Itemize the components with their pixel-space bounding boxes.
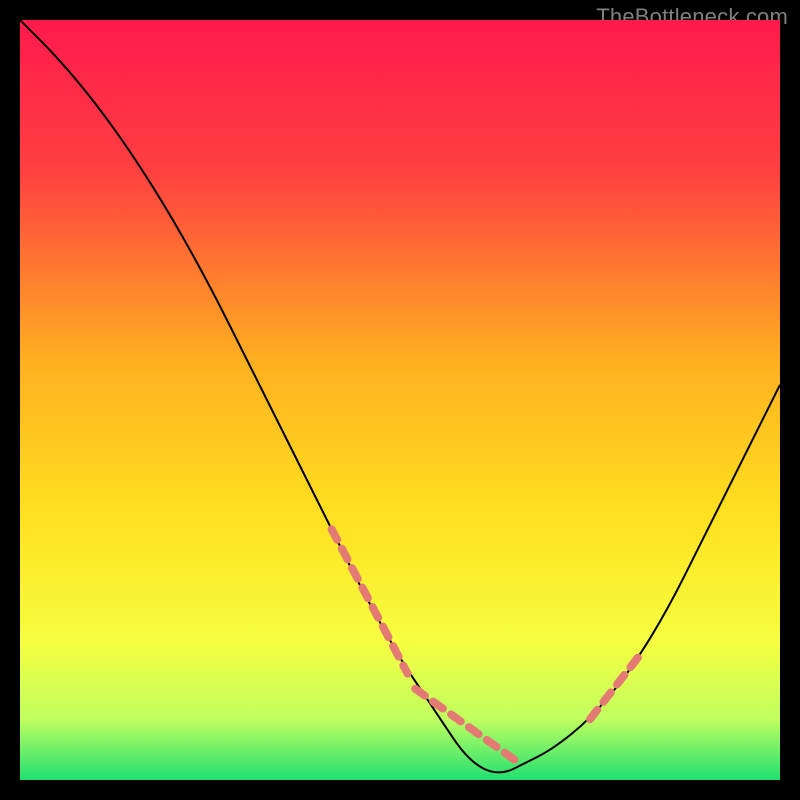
chart-container: TheBottleneck.com xyxy=(0,0,800,800)
chart-svg xyxy=(20,20,780,780)
plot-area xyxy=(20,20,780,780)
